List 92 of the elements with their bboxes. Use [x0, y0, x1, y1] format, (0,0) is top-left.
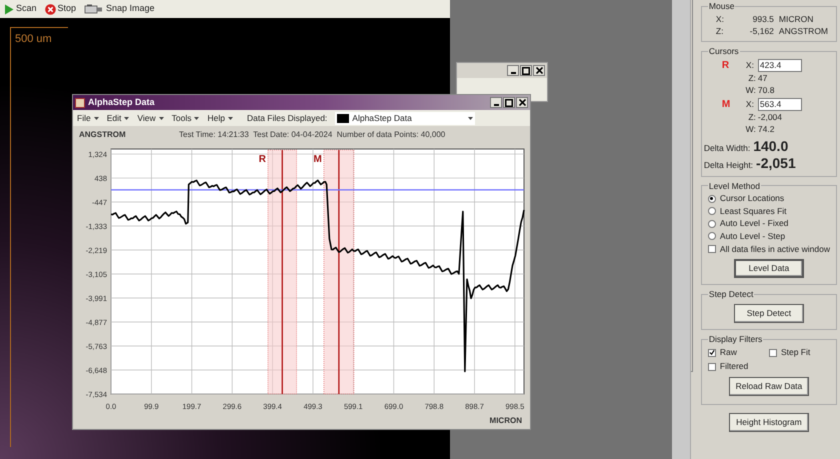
push-button[interactable]: Step Detect: [734, 304, 804, 323]
scale-label: 500 um: [15, 32, 52, 47]
close-icon: [518, 99, 526, 106]
color-swatch: [337, 114, 350, 122]
delta-value: -2,051: [756, 154, 796, 172]
field-label: X:: [746, 98, 755, 110]
file-dropdown[interactable]: AlphaStep Data: [335, 112, 476, 124]
caret-icon: [468, 116, 474, 120]
checkbox-option[interactable]: All data files in active window: [708, 242, 830, 256]
close-icon: [536, 67, 542, 74]
field-label: X:: [746, 58, 755, 72]
minimize-icon: [510, 72, 516, 74]
field-label: Z:: [747, 72, 757, 85]
menu-item[interactable]: View: [137, 112, 164, 124]
cursor-label: M: [314, 154, 322, 165]
unit-label: MICRON: [778, 12, 814, 25]
window-title: AlphaStep Data: [88, 96, 155, 109]
checkbox-option[interactable]: Step Fit: [768, 346, 830, 360]
checkbox[interactable]: [768, 348, 777, 357]
close-button[interactable]: [533, 65, 545, 76]
x-input[interactable]: 423.4: [758, 58, 802, 72]
x-input[interactable]: 563.4: [758, 98, 802, 110]
delta-value: 140.0: [753, 136, 788, 156]
menu-item[interactable]: Help: [207, 112, 233, 124]
files-label: Data Files Displayed:: [246, 112, 328, 124]
maximize-button[interactable]: [520, 65, 532, 76]
radio-option[interactable]: Auto Level - Fixed: [708, 217, 830, 230]
group-title: Cursors: [708, 44, 740, 58]
stop-icon: [44, 4, 56, 14]
radio-button[interactable]: [708, 220, 716, 228]
field-value: 47: [758, 72, 768, 85]
radio-option[interactable]: Auto Level - Step: [708, 230, 830, 242]
field-value: -5,162: [748, 24, 774, 37]
caret-icon: [124, 116, 130, 120]
toolbar-button[interactable]: Snap Image: [84, 2, 155, 16]
unit-label: ANGSTROM: [778, 24, 828, 37]
group-title: Mouse: [708, 0, 736, 13]
axis-title: MICRON: [490, 415, 522, 427]
radio-option[interactable]: Least Squares Fit: [708, 204, 830, 218]
maximize-button[interactable]: [503, 97, 515, 108]
close-button[interactable]: [516, 97, 528, 108]
checkbox-option[interactable]: Raw: [708, 346, 769, 360]
field-label: Z:: [714, 24, 724, 37]
menu-item[interactable]: Edit: [106, 112, 130, 124]
radio-button[interactable]: [708, 232, 716, 240]
cursor-marker: R: [720, 58, 730, 72]
toolbar-button[interactable]: Stop: [44, 2, 76, 16]
axis-title: ANGSTROM: [79, 128, 127, 140]
play-icon: [4, 4, 14, 14]
field-label: Delta Height:: [704, 158, 754, 172]
group-title: Step Detect: [708, 288, 754, 301]
cursor-marker: M: [720, 98, 732, 112]
cursor-label: R: [258, 154, 266, 165]
field-value: 70.8: [758, 84, 774, 97]
push-button[interactable]: Height Histogram: [728, 412, 809, 432]
field-label: Z:: [747, 111, 757, 124]
checkbox-option[interactable]: Filtered: [708, 360, 769, 374]
checkbox[interactable]: [708, 348, 716, 357]
field-label: Delta Width:: [704, 142, 750, 154]
caret-icon: [94, 116, 99, 120]
caret-icon: [228, 116, 233, 120]
push-button[interactable]: Level Data: [734, 259, 804, 278]
test-info: Test Time: 14:21:33 Test Date: 04-04-2024 Number of data Points: 40,000: [179, 128, 446, 140]
cursor-line[interactable]: [338, 150, 340, 394]
cursor-band[interactable]: [324, 150, 354, 394]
camera-icon: [84, 4, 104, 14]
menu-item[interactable]: Tools: [172, 112, 200, 124]
maximize-icon: [522, 66, 530, 74]
radio-button[interactable]: [708, 194, 716, 202]
radio-option[interactable]: Cursor Locations: [708, 192, 830, 205]
toolbar-button[interactable]: Scan: [4, 2, 37, 16]
checkbox[interactable]: [708, 362, 716, 371]
minimize-icon: [494, 104, 498, 106]
caret-icon: [194, 116, 200, 120]
field-value: 74.2: [758, 123, 774, 136]
field-value: 993.5: [752, 12, 774, 25]
minimize-button[interactable]: [507, 65, 519, 76]
caret-icon: [158, 116, 164, 120]
app-icon: [75, 98, 85, 108]
push-button[interactable]: Reload Raw Data: [728, 376, 809, 396]
field-label: W:: [744, 123, 757, 136]
radio-button[interactable]: [708, 207, 716, 215]
minimize-button[interactable]: [490, 97, 502, 108]
field-label: X:: [714, 12, 725, 25]
cursor-band[interactable]: [268, 150, 297, 394]
group-title: Display Filters: [708, 333, 764, 346]
field-value: -2,004: [758, 111, 782, 124]
checkbox[interactable]: [708, 245, 716, 254]
field-label: W:: [744, 84, 757, 97]
menu-item[interactable]: File: [77, 112, 99, 124]
maximize-icon: [505, 98, 513, 106]
group-title: Level Method: [708, 180, 761, 192]
